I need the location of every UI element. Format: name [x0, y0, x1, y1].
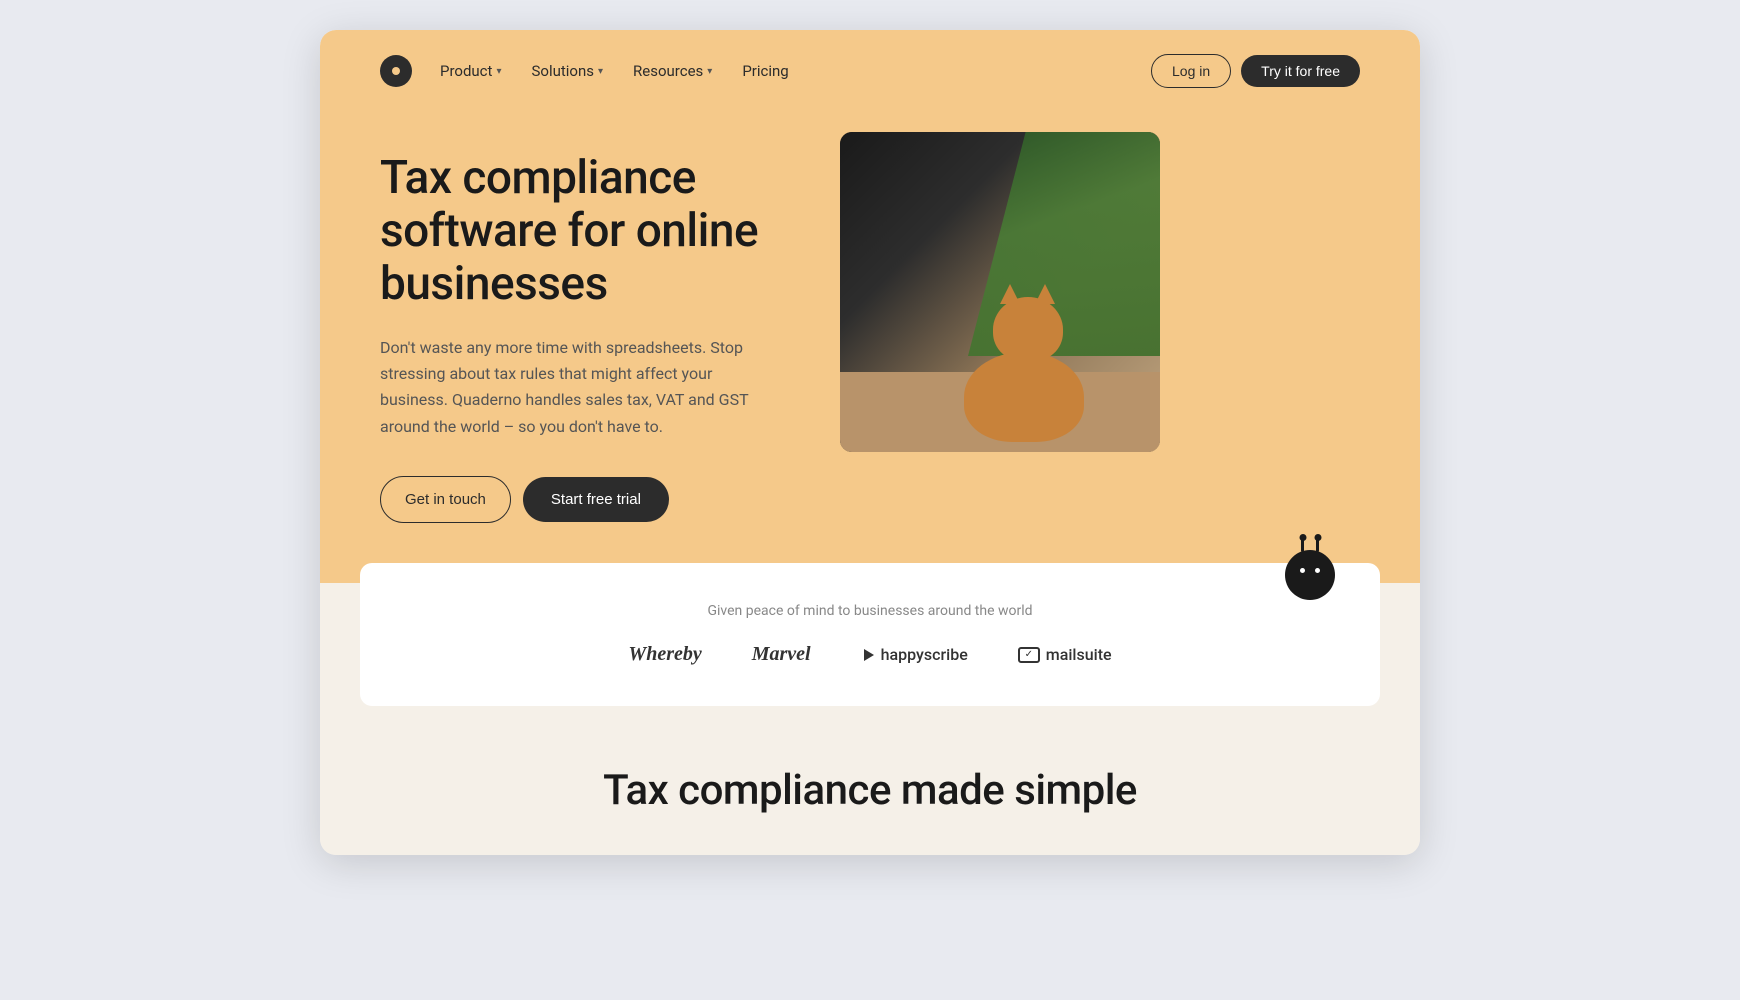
nav-links: Product ▾ Solutions ▾ Resources ▾ Pricin…	[380, 54, 801, 88]
trust-logos: Whereby Marvel happyscribe ✓ mailsuite	[420, 643, 1320, 666]
nav-item-pricing[interactable]: Pricing	[730, 54, 800, 88]
logo-marvel: Marvel	[752, 643, 811, 666]
bottom-section: Tax compliance made simple	[320, 706, 1420, 855]
bottom-title: Tax compliance made simple	[380, 766, 1360, 815]
cat-ear-right	[1035, 284, 1055, 304]
hero-text-block: Tax compliance software for online busin…	[380, 132, 780, 523]
start-trial-button[interactable]: Start free trial	[523, 477, 669, 522]
nav-solutions-label: Solutions	[531, 62, 594, 80]
logo-mailsuite: ✓ mailsuite	[1018, 645, 1112, 664]
logo-happyscribe: happyscribe	[861, 645, 968, 664]
trust-section: Given peace of mind to businesses around…	[360, 563, 1380, 706]
hero-image-inner	[840, 132, 1160, 452]
nav-item-product[interactable]: Product ▾	[428, 54, 513, 88]
char-head	[1285, 550, 1335, 600]
hero-buttons: Get in touch Start free trial	[380, 476, 780, 523]
nav-item-resources[interactable]: Resources ▾	[621, 54, 724, 88]
hero-description: Don't waste any more time with spreadshe…	[380, 335, 780, 441]
chevron-down-icon: ▾	[707, 66, 712, 77]
try-free-button[interactable]: Try it for free	[1241, 55, 1360, 87]
mailsuite-label: mailsuite	[1046, 645, 1112, 664]
nav-product-label: Product	[440, 62, 492, 80]
char-eye-left	[1300, 568, 1305, 573]
hero-title: Tax compliance software for online busin…	[380, 152, 780, 311]
hero-content: Tax compliance software for online busin…	[320, 112, 1420, 523]
nav-pricing-label: Pricing	[742, 62, 788, 80]
cat-head	[993, 297, 1063, 362]
get-in-touch-button[interactable]: Get in touch	[380, 476, 511, 523]
hero-image	[840, 132, 1160, 452]
check-icon: ✓	[1025, 649, 1033, 660]
logo-whereby: Whereby	[628, 643, 701, 666]
mascot-character	[1280, 538, 1340, 603]
nav-actions: Log in Try it for free	[1151, 54, 1360, 88]
happyscribe-label: happyscribe	[881, 645, 968, 664]
navbar: Product ▾ Solutions ▾ Resources ▾ Pricin…	[320, 30, 1420, 112]
happyscribe-icon	[861, 647, 877, 663]
browser-window: Product ▾ Solutions ▾ Resources ▾ Pricin…	[320, 30, 1420, 855]
hero-section: Product ▾ Solutions ▾ Resources ▾ Pricin…	[320, 30, 1420, 583]
cat-body	[964, 352, 1084, 442]
logo-icon	[380, 55, 412, 87]
char-eye-right	[1315, 568, 1320, 573]
login-button[interactable]: Log in	[1151, 54, 1231, 88]
cat-ear-left	[1000, 284, 1020, 304]
trust-tagline: Given peace of mind to businesses around…	[420, 603, 1320, 619]
chevron-down-icon: ▾	[496, 66, 501, 77]
whereby-label: Whereby	[628, 643, 701, 665]
char-eyes	[1300, 568, 1320, 573]
nav-item-solutions[interactable]: Solutions ▾	[519, 54, 615, 88]
chevron-down-icon: ▾	[598, 66, 603, 77]
nav-resources-label: Resources	[633, 62, 703, 80]
marvel-label: Marvel	[752, 643, 811, 665]
mail-icon: ✓	[1018, 647, 1040, 663]
